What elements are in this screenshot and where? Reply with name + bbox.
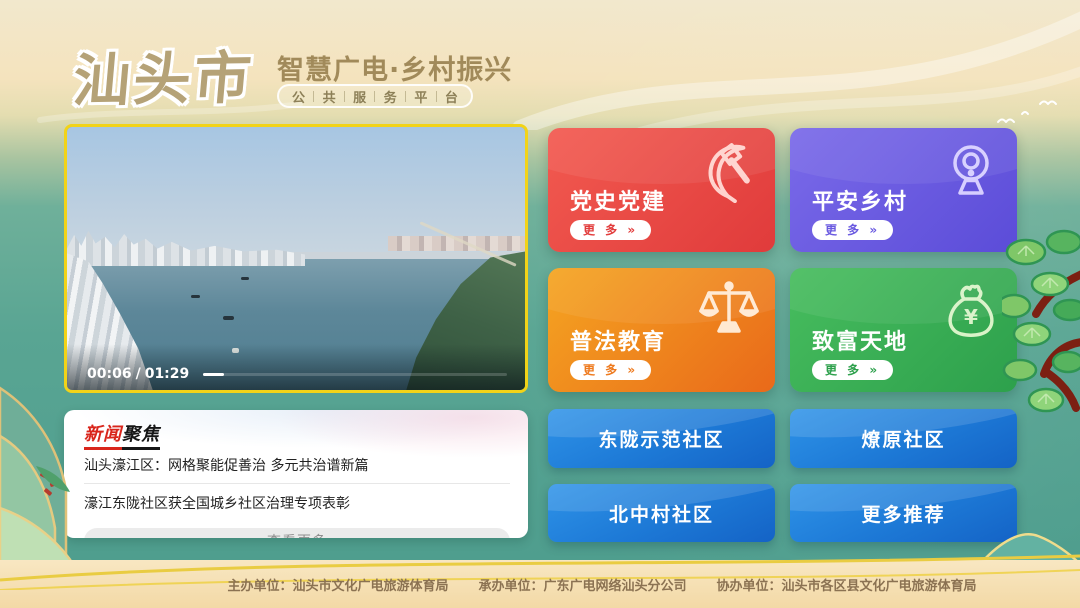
button-beizhong-community[interactable]: 北中村社区 <box>548 484 775 542</box>
svg-text:¥: ¥ <box>964 305 978 329</box>
tile-label: 普法教育 <box>570 324 666 356</box>
platform-char: 共 <box>323 87 336 106</box>
video-control-bar: 00:06 / 01:29 <box>67 344 525 390</box>
boat <box>223 316 234 320</box>
party-emblem-icon <box>697 139 761 203</box>
news-item[interactable]: 汕头濠江区：网格聚能促善治 多元共治谱新篇 <box>84 446 510 483</box>
platform-char: 台 <box>445 87 458 106</box>
platform-char: 平 <box>414 87 427 106</box>
tile-more-button[interactable]: 更 多 » <box>812 360 893 380</box>
tv-home-screen: 汕头市 智慧广电·乡村振兴 公 共 服 务 平 台 00:06 / 01:29 <box>0 0 1080 608</box>
tile-label: 致富天地 <box>812 324 908 356</box>
tile-legal-education[interactable]: 普法教育 更 多 » <box>548 268 775 392</box>
footer-credits: 主办单位：汕头市文化广电旅游体育局 承办单位：广东广电网络汕头分公司 协办单位：… <box>227 575 976 594</box>
video-player[interactable]: 00:06 / 01:29 <box>64 124 528 393</box>
boat <box>191 295 200 298</box>
button-liaoyuan-community[interactable]: 燎原社区 <box>790 409 1017 468</box>
tile-more-button[interactable]: 更 多 » <box>570 360 651 380</box>
news-item[interactable]: 濠江东陇社区获全国城乡社区治理专项表彰 <box>84 484 510 521</box>
justice-scales-icon <box>697 279 761 343</box>
footer: 主办单位：汕头市文化广电旅游体育局 承办单位：广东广电网络汕头分公司 协办单位：… <box>0 560 1080 608</box>
city-title: 汕头市 <box>70 32 257 117</box>
platform-badge: 公 共 服 务 平 台 <box>277 84 473 108</box>
button-donglong-community[interactable]: 东陇示范社区 <box>548 409 775 468</box>
tile-party-history[interactable]: 党史党建 更 多 » <box>548 128 775 252</box>
tile-label: 党史党建 <box>570 184 666 216</box>
surveillance-camera-icon <box>939 139 1003 203</box>
video-current-time: 00:06 <box>87 366 132 382</box>
tile-wealth-world[interactable]: ¥ 致富天地 更 多 » <box>790 268 1017 392</box>
platform-char: 务 <box>384 87 397 106</box>
footer-organizer: 承办单位：广东广电网络汕头分公司 <box>478 575 686 594</box>
news-section-title: 新闻聚焦 <box>84 420 160 446</box>
video-duration: 01:29 <box>145 366 190 382</box>
platform-char: 服 <box>353 87 366 106</box>
button-label: 北中村社区 <box>609 500 714 527</box>
tile-more-button[interactable]: 更 多 » <box>812 220 893 240</box>
money-bag-icon: ¥ <box>939 279 1003 343</box>
tile-safe-village[interactable]: 平安乡村 更 多 » <box>790 128 1017 252</box>
birds-icon <box>996 96 1066 130</box>
video-time-separator: / <box>136 366 141 382</box>
tile-label: 平安乡村 <box>812 184 908 216</box>
footer-host: 主办单位：汕头市文化广电旅游体育局 <box>227 575 448 594</box>
video-progress-bar[interactable] <box>203 373 507 376</box>
video-progress-fill <box>203 373 223 376</box>
tile-more-button[interactable]: 更 多 » <box>570 220 651 240</box>
news-panel: 新闻聚焦 汕头濠江区：网格聚能促善治 多元共治谱新篇 濠江东陇社区获全国城乡社区… <box>64 410 528 538</box>
button-label: 燎原社区 <box>861 425 945 452</box>
page-title: 智慧广电·乡村振兴 <box>277 48 512 87</box>
boat <box>241 277 249 280</box>
platform-char: 公 <box>292 87 305 106</box>
button-label: 更多推荐 <box>861 500 945 527</box>
button-label: 东陇示范社区 <box>598 425 724 452</box>
news-more-button[interactable]: 查看更多 <box>84 528 510 538</box>
footer-co-organizer: 协办单位：汕头市各区县文化广电旅游体育局 <box>717 575 977 594</box>
button-more-recommendations[interactable]: 更多推荐 <box>790 484 1017 542</box>
